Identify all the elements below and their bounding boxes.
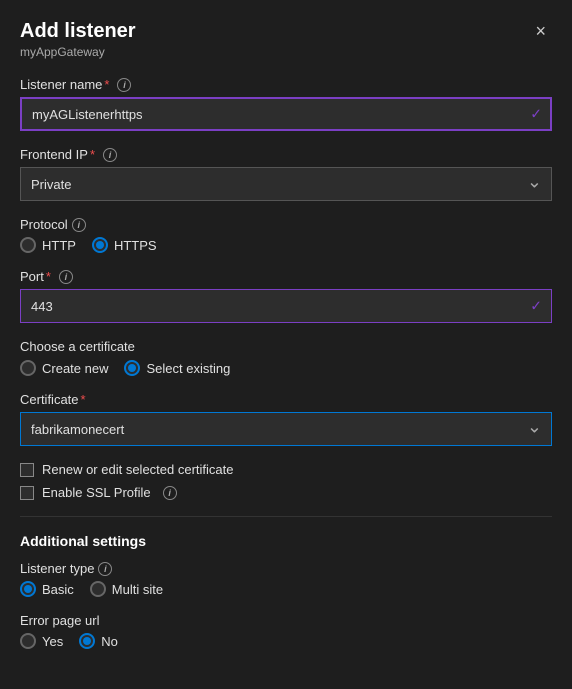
panel-subtitle: myAppGateway bbox=[20, 45, 136, 59]
listener-type-field: Listener type i Basic Multi site bbox=[20, 561, 552, 597]
frontend-ip-label: Frontend IP * i bbox=[20, 147, 552, 162]
protocol-http-option[interactable]: HTTP bbox=[20, 237, 76, 253]
error-page-no-option[interactable]: No bbox=[79, 633, 118, 649]
error-page-url-radio-group: Yes No bbox=[20, 633, 552, 649]
listener-type-label: Listener type i bbox=[20, 561, 552, 576]
error-page-yes-option[interactable]: Yes bbox=[20, 633, 63, 649]
port-label: Port * i bbox=[20, 269, 552, 284]
protocol-https-option[interactable]: HTTPS bbox=[92, 237, 157, 253]
multi-site-option[interactable]: Multi site bbox=[90, 581, 163, 597]
protocol-http-label: HTTP bbox=[42, 238, 76, 253]
listener-name-input-wrapper: ✓ bbox=[20, 97, 552, 131]
ssl-profile-checkbox-group: Enable SSL Profile i bbox=[20, 485, 552, 500]
certificate-choice-radio-group: Create new Select existing bbox=[20, 360, 552, 376]
listener-name-label: Listener name * i bbox=[20, 77, 552, 92]
listener-type-info-icon[interactable]: i bbox=[98, 562, 112, 576]
ssl-profile-info-icon[interactable]: i bbox=[163, 486, 177, 500]
panel-content: Listener name * i ✓ Frontend IP * i Priv… bbox=[0, 69, 572, 685]
panel-title-group: Add listener myAppGateway bbox=[20, 20, 136, 59]
create-new-radio[interactable] bbox=[20, 360, 36, 376]
basic-label: Basic bbox=[42, 582, 74, 597]
required-indicator: * bbox=[104, 77, 109, 92]
ssl-profile-label: Enable SSL Profile bbox=[42, 485, 151, 500]
close-button[interactable]: × bbox=[529, 20, 552, 42]
required-indicator: * bbox=[46, 269, 51, 284]
ssl-profile-checkbox[interactable] bbox=[20, 486, 34, 500]
error-page-yes-label: Yes bbox=[42, 634, 63, 649]
port-input-wrapper: 443 ✓ bbox=[20, 289, 552, 323]
renew-certificate-label: Renew or edit selected certificate bbox=[42, 462, 233, 477]
error-page-yes-radio[interactable] bbox=[20, 633, 36, 649]
frontend-ip-info-icon[interactable]: i bbox=[103, 148, 117, 162]
panel-header: Add listener myAppGateway × bbox=[0, 0, 572, 69]
required-indicator: * bbox=[90, 147, 95, 162]
additional-settings-heading: Additional settings bbox=[20, 533, 552, 549]
certificate-label: Certificate * bbox=[20, 392, 552, 407]
error-page-url-label: Error page url bbox=[20, 613, 552, 628]
create-new-option[interactable]: Create new bbox=[20, 360, 108, 376]
protocol-info-icon[interactable]: i bbox=[72, 218, 86, 232]
select-existing-option[interactable]: Select existing bbox=[124, 360, 230, 376]
renew-certificate-checkbox[interactable] bbox=[20, 463, 34, 477]
protocol-http-radio[interactable] bbox=[20, 237, 36, 253]
frontend-ip-select-wrapper: Private Public bbox=[20, 167, 552, 201]
frontend-ip-field: Frontend IP * i Private Public bbox=[20, 147, 552, 201]
protocol-field: Protocol i HTTP HTTPS bbox=[20, 217, 552, 253]
protocol-radio-group: HTTP HTTPS bbox=[20, 237, 552, 253]
section-divider bbox=[20, 516, 552, 517]
protocol-label: Protocol i bbox=[20, 217, 552, 232]
port-select[interactable]: 443 bbox=[20, 289, 552, 323]
protocol-https-radio[interactable] bbox=[92, 237, 108, 253]
certificate-select[interactable]: fabrikamonecert bbox=[20, 412, 552, 446]
port-info-icon[interactable]: i bbox=[59, 270, 73, 284]
renew-certificate-checkbox-group: Renew or edit selected certificate bbox=[20, 462, 552, 477]
certificate-select-wrapper: fabrikamonecert bbox=[20, 412, 552, 446]
required-indicator: * bbox=[81, 392, 86, 407]
multi-site-radio[interactable] bbox=[90, 581, 106, 597]
listener-name-field: Listener name * i ✓ bbox=[20, 77, 552, 131]
panel-title: Add listener bbox=[20, 20, 136, 43]
add-listener-panel: Add listener myAppGateway × Listener nam… bbox=[0, 0, 572, 689]
choose-certificate-field: Choose a certificate Create new Select e… bbox=[20, 339, 552, 376]
basic-option[interactable]: Basic bbox=[20, 581, 74, 597]
multi-site-label: Multi site bbox=[112, 582, 163, 597]
listener-type-radio-group: Basic Multi site bbox=[20, 581, 552, 597]
port-field: Port * i 443 ✓ bbox=[20, 269, 552, 323]
choose-certificate-label: Choose a certificate bbox=[20, 339, 552, 354]
error-page-no-label: No bbox=[101, 634, 118, 649]
select-existing-radio[interactable] bbox=[124, 360, 140, 376]
error-page-url-field: Error page url Yes No bbox=[20, 613, 552, 649]
certificate-field: Certificate * fabrikamonecert bbox=[20, 392, 552, 446]
frontend-ip-select[interactable]: Private Public bbox=[20, 167, 552, 201]
protocol-https-label: HTTPS bbox=[114, 238, 157, 253]
error-page-no-radio[interactable] bbox=[79, 633, 95, 649]
listener-name-input[interactable] bbox=[20, 97, 552, 131]
basic-radio[interactable] bbox=[20, 581, 36, 597]
select-existing-label: Select existing bbox=[146, 361, 230, 376]
listener-name-info-icon[interactable]: i bbox=[117, 78, 131, 92]
create-new-label: Create new bbox=[42, 361, 108, 376]
